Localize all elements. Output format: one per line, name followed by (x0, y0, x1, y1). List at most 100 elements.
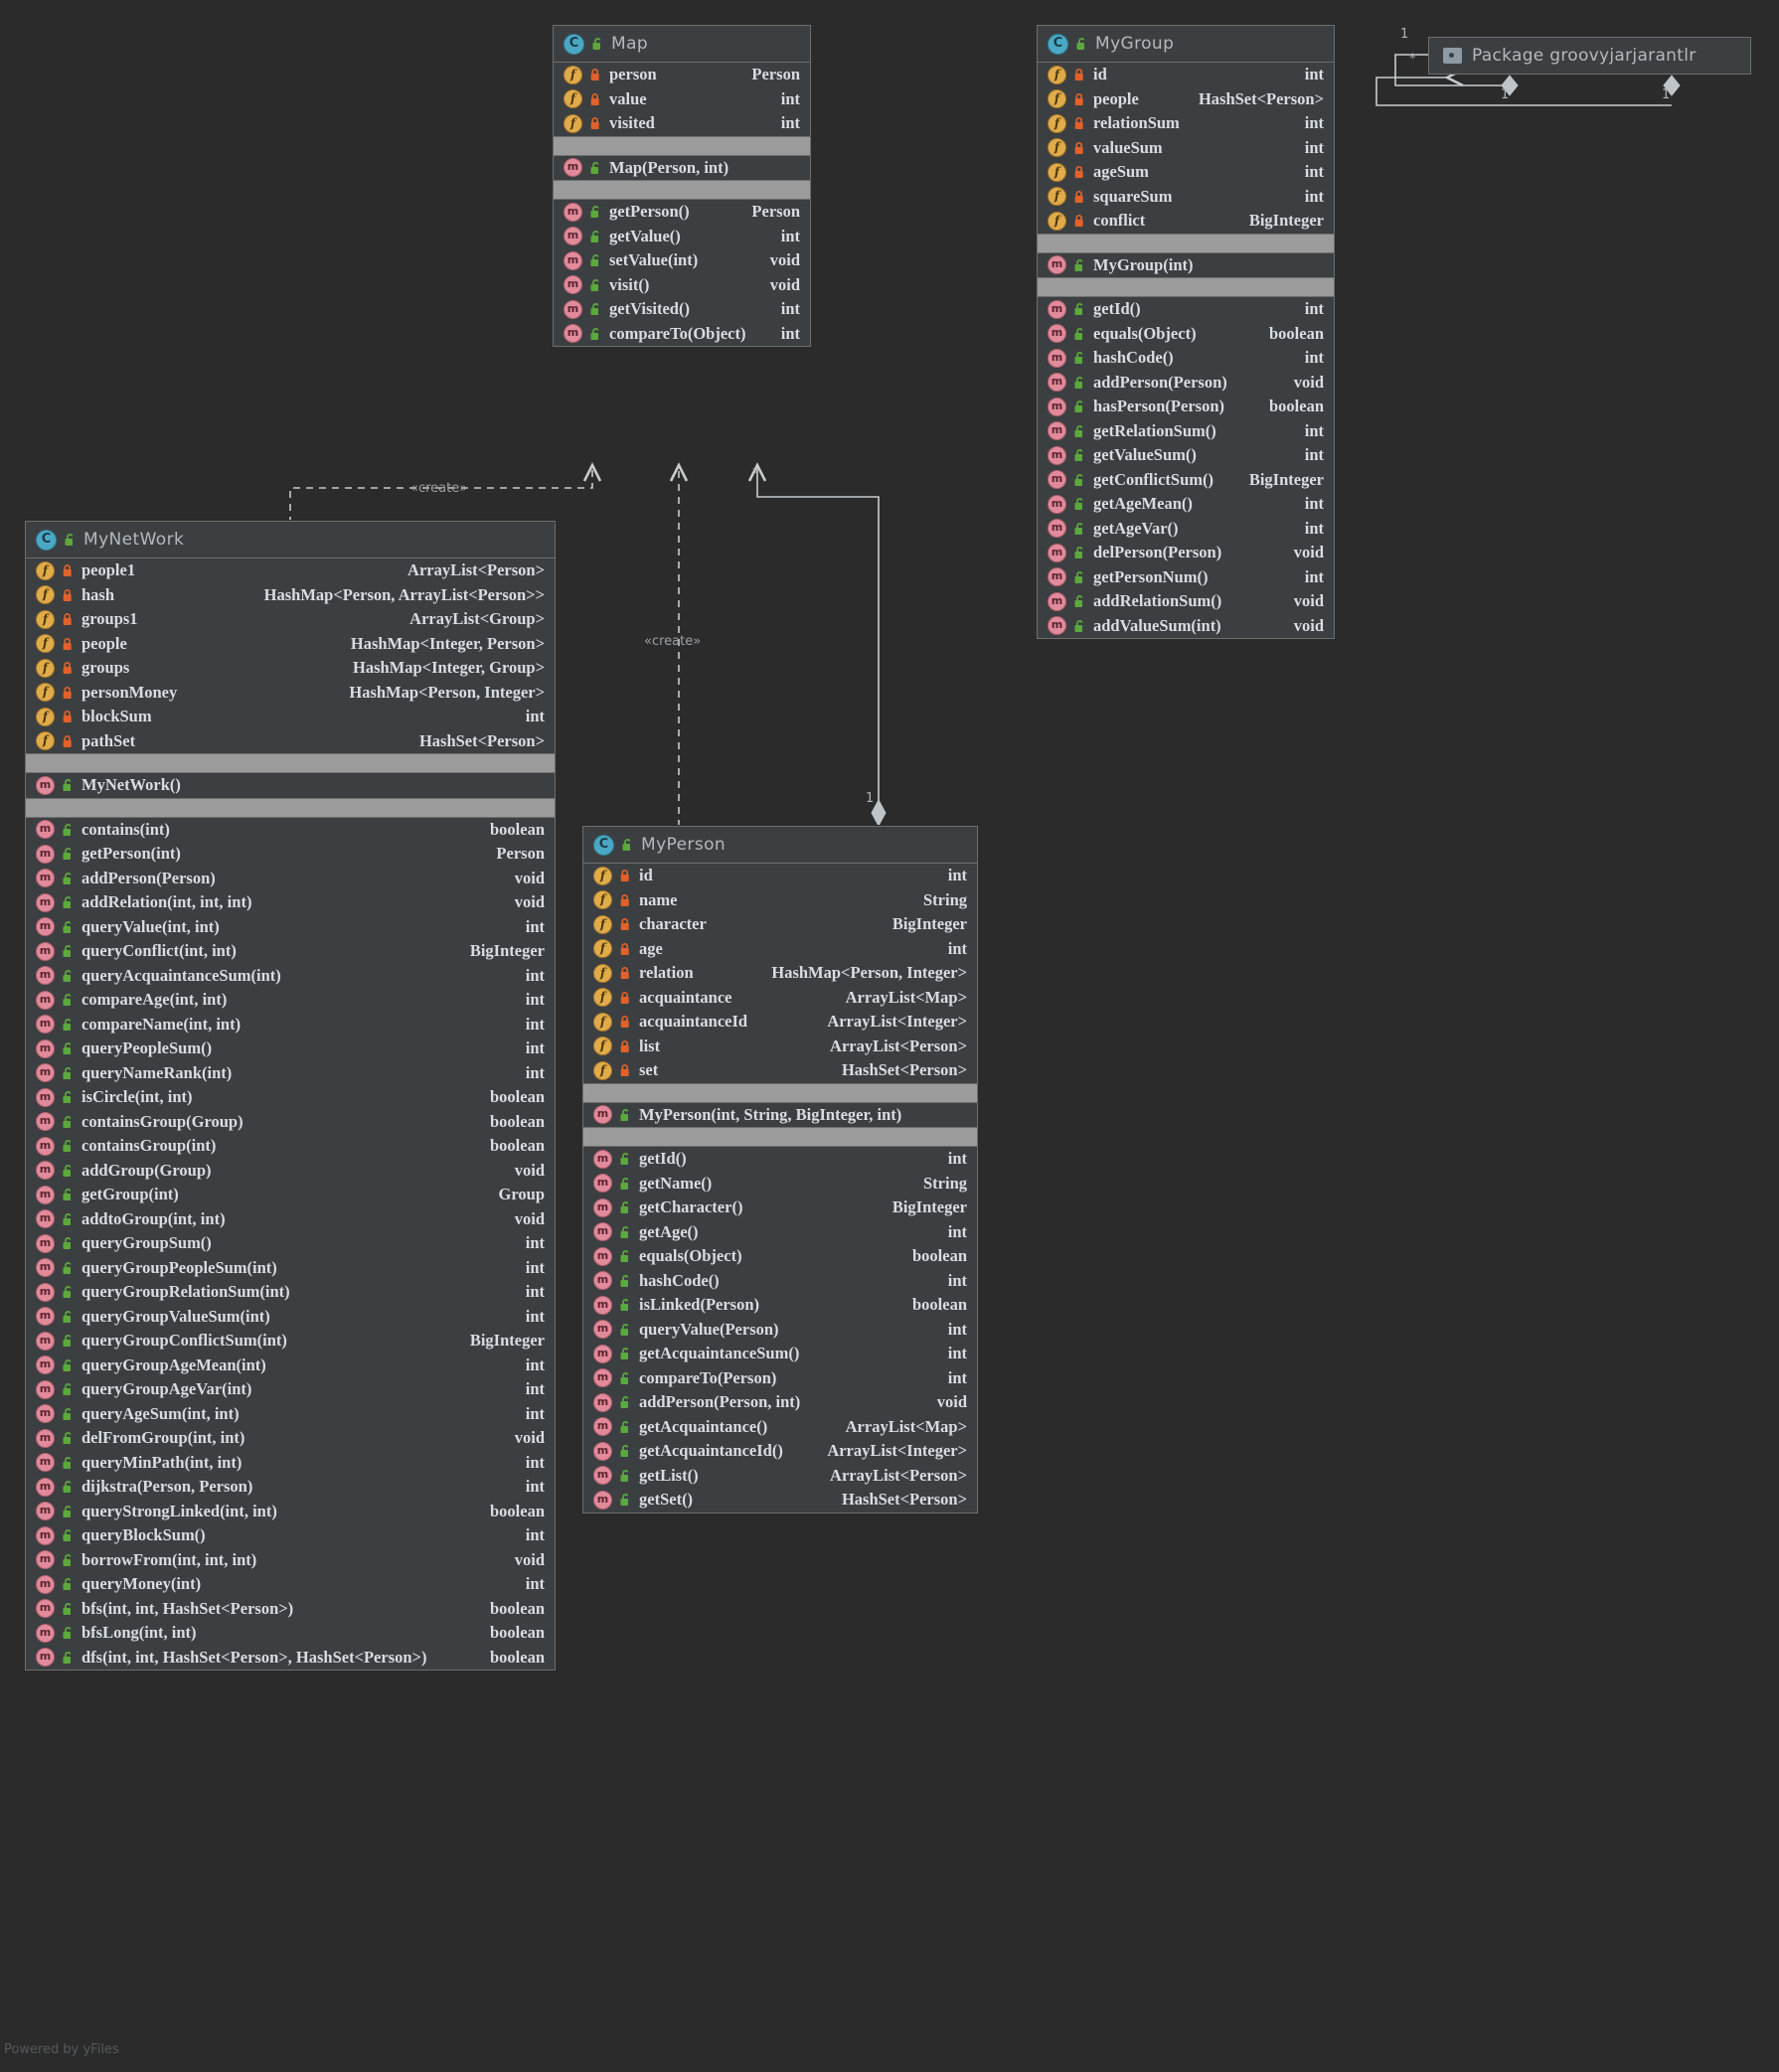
class-field-row[interactable]: f name String (583, 888, 977, 913)
class-field-row[interactable]: f acquaintanceId ArrayList<Integer> (583, 1010, 977, 1035)
class-member-row[interactable]: m addPerson(Person, int) void (583, 1390, 977, 1415)
class-member-row[interactable]: m bfsLong(int, int) boolean (26, 1621, 555, 1646)
package-node-groovyjarjarantlr[interactable]: Package groovyjarjarantlr (1428, 37, 1751, 75)
class-member-row[interactable]: m compareAge(int, int) int (26, 988, 555, 1013)
class-member-row[interactable]: m setValue(int) void (554, 248, 810, 273)
class-member-row[interactable]: m getRelationSum() int (1038, 419, 1334, 444)
class-member-row[interactable]: m addPerson(Person) void (26, 867, 555, 891)
class-field-row[interactable]: f character BigInteger (583, 912, 977, 937)
class-member-row[interactable]: m visit() void (554, 273, 810, 298)
class-member-row[interactable]: m getList() ArrayList<Person> (583, 1464, 977, 1489)
class-member-row[interactable]: m queryGroupSum() int (26, 1231, 555, 1256)
class-member-row[interactable]: m containsGroup(int) boolean (26, 1134, 555, 1159)
class-member-row[interactable]: m addGroup(Group) void (26, 1159, 555, 1184)
class-member-row[interactable]: m compareTo(Object) int (554, 322, 810, 347)
class-member-row[interactable]: m addValueSum(int) void (1038, 614, 1334, 639)
class-member-row[interactable]: m bfs(int, int, HashSet<Person>) boolean (26, 1597, 555, 1622)
class-member-row[interactable]: m getCharacter() BigInteger (583, 1195, 977, 1220)
class-field-row[interactable]: f groups1 ArrayList<Group> (26, 607, 555, 632)
class-member-row[interactable]: m addtoGroup(int, int) void (26, 1207, 555, 1232)
class-member-row[interactable]: m addRelationSum() void (1038, 589, 1334, 614)
class-member-row[interactable]: m getPerson(int) Person (26, 842, 555, 867)
class-member-row[interactable]: m getValueSum() int (1038, 443, 1334, 468)
class-node-map[interactable]: C Map f person Person f value int f visited int … (553, 25, 811, 347)
class-member-row[interactable]: m queryGroupValueSum(int) int (26, 1305, 555, 1330)
class-field-row[interactable]: f people HashSet<Person> (1038, 87, 1334, 112)
class-member-row[interactable]: m getId() int (583, 1147, 977, 1172)
class-field-row[interactable]: f conflict BigInteger (1038, 209, 1334, 234)
class-member-row[interactable]: m queryNameRank(int) int (26, 1061, 555, 1086)
class-member-row[interactable]: m borrowFrom(int, int, int) void (26, 1548, 555, 1573)
class-member-row[interactable]: m MyGroup(int) (1038, 253, 1334, 278)
class-member-row[interactable]: m equals(Object) boolean (583, 1244, 977, 1269)
class-member-row[interactable]: m getGroup(int) Group (26, 1183, 555, 1207)
class-node-mygroup[interactable]: C MyGroup f id int f people HashSet<Person> f r… (1037, 25, 1335, 639)
class-member-row[interactable]: m getAgeMean() int (1038, 492, 1334, 517)
class-field-row[interactable]: f visited int (554, 111, 810, 136)
class-member-row[interactable]: m hashCode() int (583, 1269, 977, 1294)
class-member-row[interactable]: m queryValue(Person) int (583, 1318, 977, 1343)
class-field-row[interactable]: f valueSum int (1038, 136, 1334, 161)
class-member-row[interactable]: m getVisited() int (554, 297, 810, 322)
class-member-row[interactable]: m hashCode() int (1038, 346, 1334, 371)
class-member-row[interactable]: m queryPeopleSum() int (26, 1036, 555, 1061)
class-member-row[interactable]: m compareName(int, int) int (26, 1013, 555, 1037)
class-node-mynetwork[interactable]: C MyNetWork f people1 ArrayList<Person> f ha… (25, 521, 556, 1671)
class-member-row[interactable]: m equals(Object) boolean (1038, 322, 1334, 347)
class-member-row[interactable]: m queryGroupPeopleSum(int) int (26, 1256, 555, 1281)
class-member-row[interactable]: m queryBlockSum() int (26, 1523, 555, 1548)
class-member-row[interactable]: m queryAcquaintanceSum(int) int (26, 964, 555, 989)
class-member-row[interactable]: m queryGroupConflictSum(int) BigInteger (26, 1329, 555, 1354)
class-member-row[interactable]: m queryStrongLinked(int, int) boolean (26, 1500, 555, 1524)
class-field-row[interactable]: f squareSum int (1038, 185, 1334, 210)
class-field-row[interactable]: f people1 ArrayList<Person> (26, 558, 555, 583)
class-member-row[interactable]: m hasPerson(Person) boolean (1038, 395, 1334, 419)
class-member-row[interactable]: m getAcquaintance() ArrayList<Map> (583, 1415, 977, 1440)
class-field-row[interactable]: f ageSum int (1038, 160, 1334, 185)
class-field-row[interactable]: f relation HashMap<Person, Integer> (583, 961, 977, 986)
class-field-row[interactable]: f id int (583, 864, 977, 888)
class-member-row[interactable]: m getConflictSum() BigInteger (1038, 468, 1334, 493)
class-member-row[interactable]: m contains(int) boolean (26, 818, 555, 843)
class-member-row[interactable]: m isLinked(Person) boolean (583, 1293, 977, 1318)
class-member-row[interactable]: m compareTo(Person) int (583, 1366, 977, 1391)
class-member-row[interactable]: m getId() int (1038, 297, 1334, 322)
class-field-row[interactable]: f acquaintance ArrayList<Map> (583, 986, 977, 1011)
class-node-myperson[interactable]: C MyPerson f id int f name String f character Bi… (582, 826, 978, 1514)
class-member-row[interactable]: m queryMinPath(int, int) int (26, 1451, 555, 1476)
class-member-row[interactable]: m getSet() HashSet<Person> (583, 1488, 977, 1513)
class-member-row[interactable]: m MyNetWork() (26, 773, 555, 798)
class-member-row[interactable]: m isCircle(int, int) boolean (26, 1085, 555, 1110)
class-member-row[interactable]: m addRelation(int, int, int) void (26, 890, 555, 915)
class-field-row[interactable]: f relationSum int (1038, 111, 1334, 136)
class-member-row[interactable]: m getAcquaintanceSum() int (583, 1342, 977, 1366)
class-member-row[interactable]: m getAge() int (583, 1220, 977, 1245)
class-member-row[interactable]: m getValue() int (554, 225, 810, 249)
class-member-row[interactable]: m delFromGroup(int, int) void (26, 1426, 555, 1451)
class-field-row[interactable]: f id int (1038, 63, 1334, 87)
class-member-row[interactable]: m addPerson(Person) void (1038, 371, 1334, 396)
class-field-row[interactable]: f age int (583, 937, 977, 962)
class-member-row[interactable]: m MyPerson(int, String, BigInteger, int) (583, 1103, 977, 1128)
class-field-row[interactable]: f groups HashMap<Integer, Group> (26, 656, 555, 681)
class-field-row[interactable]: f person Person (554, 63, 810, 87)
class-member-row[interactable]: m getAcquaintanceId() ArrayList<Integer> (583, 1439, 977, 1464)
class-member-row[interactable]: m getPerson() Person (554, 200, 810, 225)
class-member-row[interactable]: m queryMoney(int) int (26, 1572, 555, 1597)
class-member-row[interactable]: m getAgeVar() int (1038, 517, 1334, 542)
class-member-row[interactable]: m queryGroupAgeVar(int) int (26, 1377, 555, 1402)
class-member-row[interactable]: m dijkstra(Person, Person) int (26, 1475, 555, 1500)
class-member-row[interactable]: m getName() String (583, 1172, 977, 1196)
class-member-row[interactable]: m getPersonNum() int (1038, 565, 1334, 590)
class-field-row[interactable]: f hash HashMap<Person, ArrayList<Person>> (26, 583, 555, 608)
class-field-row[interactable]: f personMoney HashMap<Person, Integer> (26, 681, 555, 706)
class-member-row[interactable]: m containsGroup(Group) boolean (26, 1110, 555, 1135)
class-member-row[interactable]: m queryValue(int, int) int (26, 915, 555, 940)
class-member-row[interactable]: m delPerson(Person) void (1038, 541, 1334, 565)
class-field-row[interactable]: f list ArrayList<Person> (583, 1035, 977, 1059)
class-field-row[interactable]: f set HashSet<Person> (583, 1058, 977, 1083)
class-field-row[interactable]: f blockSum int (26, 705, 555, 729)
class-field-row[interactable]: f value int (554, 87, 810, 112)
class-member-row[interactable]: m queryAgeSum(int, int) int (26, 1402, 555, 1427)
class-member-row[interactable]: m Map(Person, int) (554, 156, 810, 181)
